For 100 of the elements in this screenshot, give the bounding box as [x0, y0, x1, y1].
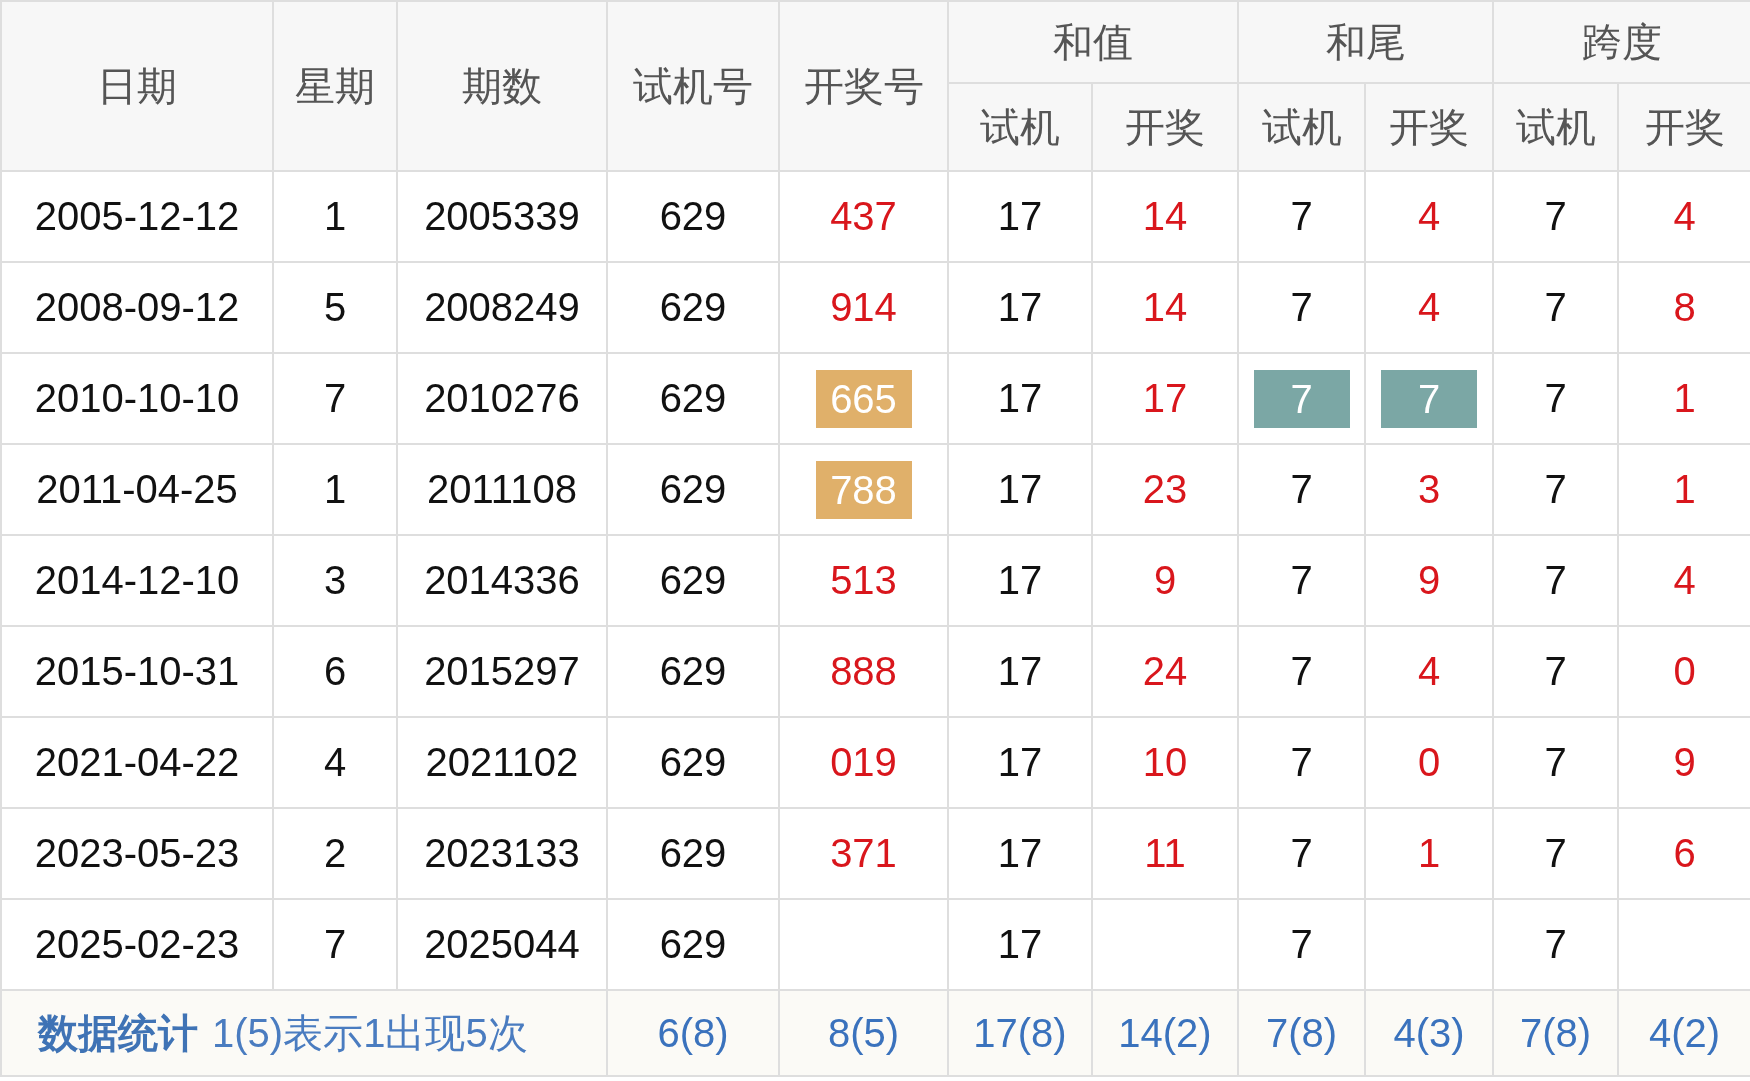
table-cell: 2021102 — [425, 740, 579, 784]
table-cell: 2023-05-23 — [34, 831, 240, 875]
highlighted-number: 788 — [815, 460, 912, 519]
table-cell: 629 — [659, 740, 727, 784]
table-cell: 629 — [659, 467, 727, 511]
table-cell: 019 — [830, 740, 897, 784]
column-header: 开奖号 — [779, 1, 948, 171]
table-cell: 2008249 — [424, 285, 580, 329]
table-cell: 7 — [1290, 558, 1313, 602]
stat-count: 4(2) — [1648, 1010, 1721, 1055]
table-cell: 629 — [659, 376, 727, 420]
table-cell: 17 — [997, 831, 1043, 875]
stats-note: 1(5)表示1出现5次 — [212, 1010, 528, 1055]
sub-header: 开奖 — [1365, 83, 1493, 171]
table-cell: 14 — [1142, 285, 1188, 329]
sub-header: 开奖 — [1618, 83, 1750, 171]
stat-count: 7(8) — [1265, 1010, 1338, 1055]
table-cell: 17 — [997, 285, 1043, 329]
table-cell: 7 — [1544, 285, 1567, 329]
table-cell: 2025044 — [424, 922, 580, 966]
table-cell: 2014336 — [424, 558, 580, 602]
table-cell: 4 — [323, 740, 347, 784]
table-cell: 437 — [830, 194, 897, 238]
table-cell: 17 — [997, 740, 1043, 784]
table-cell: 2005339 — [424, 194, 580, 238]
table-cell: 2014-12-10 — [34, 558, 240, 602]
table-cell: 2005-12-12 — [34, 194, 240, 238]
table-cell: 6 — [323, 649, 347, 693]
sub-header: 试机 — [1238, 83, 1365, 171]
table-cell: 2010-10-10 — [34, 376, 240, 420]
table-cell: 7 — [1290, 740, 1313, 784]
sub-header: 试机 — [948, 83, 1092, 171]
highlighted-number: 665 — [815, 369, 912, 428]
table-cell: 0 — [1673, 649, 1696, 693]
group-header: 和值 — [948, 1, 1238, 83]
table-cell: 629 — [659, 831, 727, 875]
column-header: 星期 — [273, 1, 397, 171]
table-cell: 7 — [1544, 376, 1567, 420]
table-cell: 17 — [997, 649, 1043, 693]
table-cell: 0 — [1417, 740, 1441, 784]
table-cell: 3 — [1417, 467, 1441, 511]
table-cell: 9 — [1417, 558, 1441, 602]
table-cell: 629 — [659, 558, 727, 602]
table-cell: 4 — [1673, 194, 1696, 238]
table-cell: 4 — [1417, 649, 1441, 693]
table-cell: 371 — [830, 831, 897, 875]
column-header: 日期 — [1, 1, 273, 171]
table-cell: 2021-04-22 — [34, 740, 240, 784]
table-cell: 629 — [659, 194, 727, 238]
table-cell: 11 — [1144, 831, 1186, 875]
table-cell: 1 — [323, 194, 347, 238]
table-cell: 17 — [997, 194, 1043, 238]
table-cell: 2011-04-25 — [36, 467, 238, 511]
table-cell: 2023133 — [424, 831, 580, 875]
table-cell: 4 — [1417, 194, 1441, 238]
table-cell: 7 — [1544, 467, 1567, 511]
table-cell: 629 — [659, 649, 727, 693]
table-cell: 7 — [1544, 194, 1567, 238]
table-cell: 7 — [1290, 831, 1313, 875]
highlighted-number: 7 — [1253, 369, 1350, 428]
highlighted-number: 7 — [1381, 369, 1477, 428]
group-header: 跨度 — [1493, 1, 1750, 83]
table-cell: 914 — [830, 285, 897, 329]
sub-header: 开奖 — [1092, 83, 1238, 171]
table-cell: 2015297 — [424, 649, 580, 693]
stat-count: 4(3) — [1393, 1010, 1465, 1055]
stat-count: 17(8) — [973, 1010, 1067, 1055]
table-cell: 7 — [1544, 649, 1567, 693]
table-cell: 14 — [1142, 194, 1188, 238]
table-cell: 10 — [1142, 740, 1188, 784]
table-cell: 7 — [1290, 194, 1313, 238]
table-cell: 9 — [1673, 740, 1696, 784]
table-cell: 6 — [1673, 831, 1696, 875]
table-cell: 3 — [323, 558, 347, 602]
table-cell: 7 — [1544, 558, 1567, 602]
table-cell: 1 — [1673, 467, 1696, 511]
table-cell: 17 — [997, 376, 1043, 420]
group-header: 和尾 — [1238, 1, 1493, 83]
table-cell: 2025-02-23 — [34, 922, 240, 966]
table-cell: 1 — [1417, 831, 1441, 875]
sub-header: 试机 — [1493, 83, 1618, 171]
table-cell: 629 — [659, 922, 727, 966]
table-cell: 24 — [1142, 649, 1188, 693]
table-cell: 2011108 — [427, 467, 577, 511]
table-cell: 2010276 — [424, 376, 580, 420]
table-cell: 7 — [1290, 922, 1313, 966]
table-cell: 7 — [323, 922, 347, 966]
table-cell: 8 — [1673, 285, 1696, 329]
table-cell: 7 — [323, 376, 347, 420]
table-cell: 4 — [1417, 285, 1441, 329]
table-cell: 17 — [1142, 376, 1188, 420]
table-cell: 7 — [1290, 467, 1313, 511]
table-cell: 7 — [1290, 285, 1313, 329]
table-cell: 1 — [323, 467, 347, 511]
table-cell: 7 — [1544, 831, 1567, 875]
stat-count: 7(8) — [1519, 1010, 1592, 1055]
table-cell: 5 — [323, 285, 347, 329]
table-cell: 1 — [1673, 376, 1696, 420]
stat-count: 6(8) — [657, 1010, 729, 1055]
table-cell: 23 — [1142, 467, 1188, 511]
